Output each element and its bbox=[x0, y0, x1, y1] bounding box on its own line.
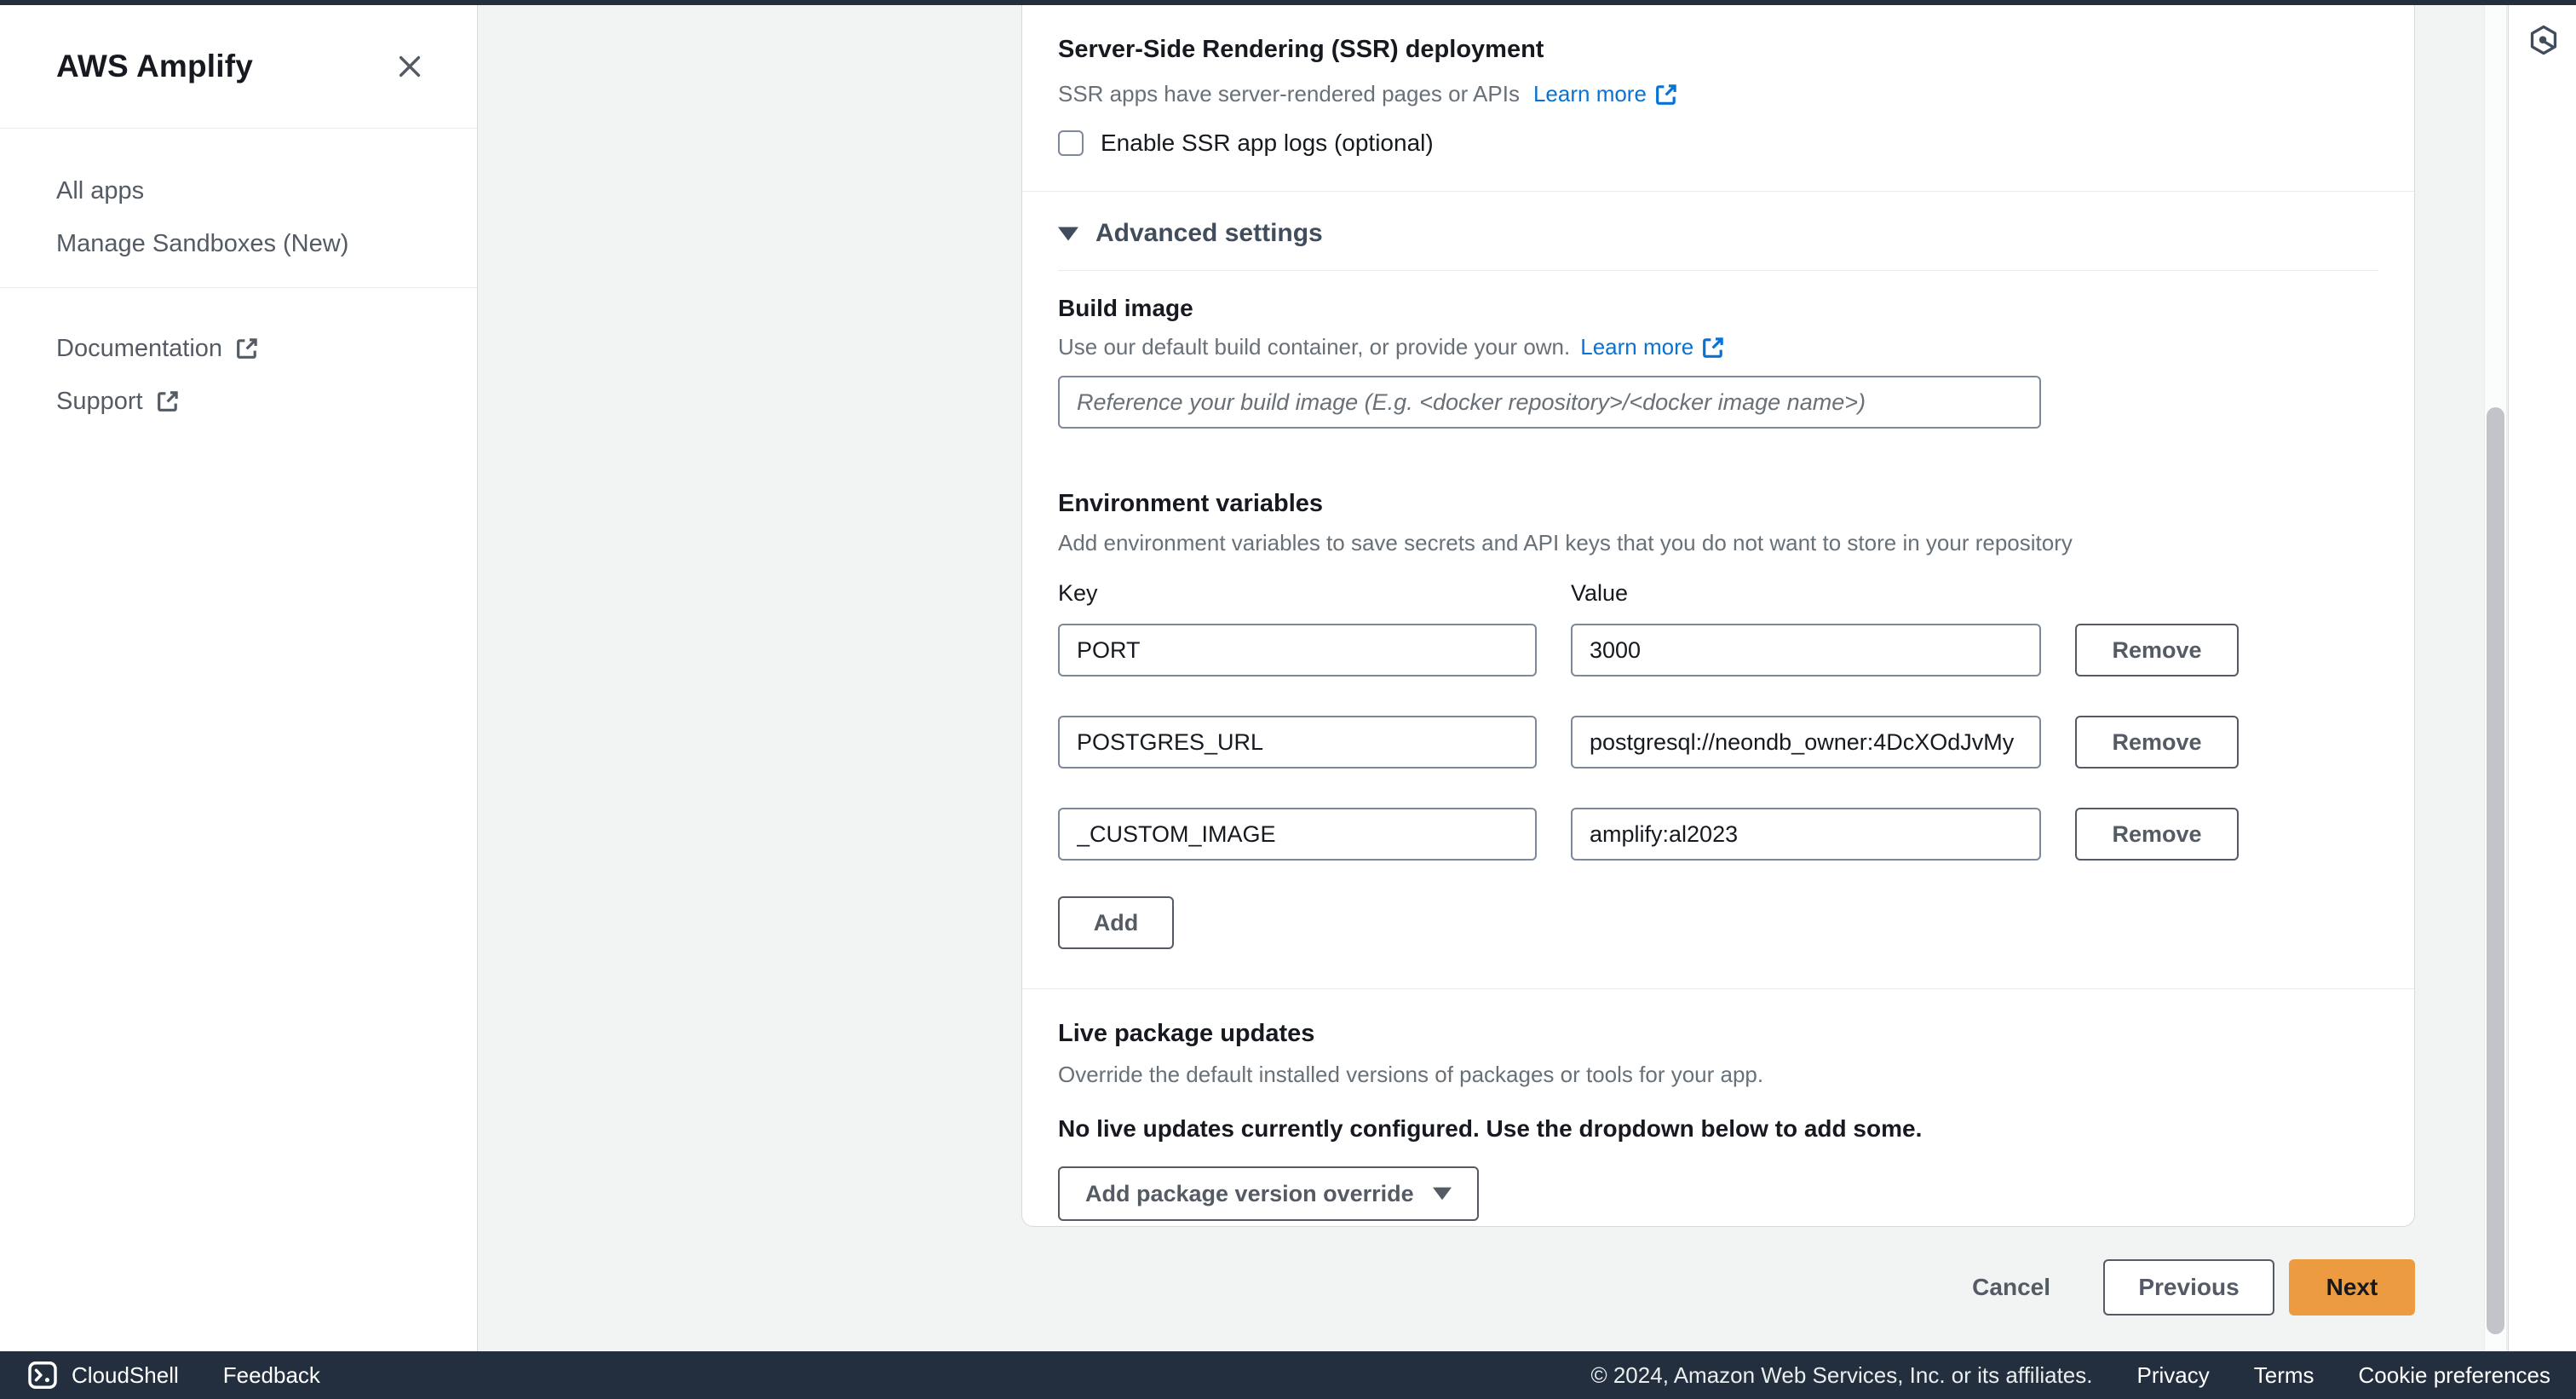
amazon-q-icon[interactable] bbox=[2527, 24, 2560, 56]
amplify-sidebar: AWS Amplify All apps Manage Sandboxes (N… bbox=[0, 5, 478, 1351]
sidebar-title: AWS Amplify bbox=[56, 49, 253, 84]
vertical-scrollbar-thumb[interactable] bbox=[2487, 407, 2504, 1334]
ssr-logs-checkbox-label: Enable SSR app logs (optional) bbox=[1101, 130, 1434, 157]
env-var-row: Remove bbox=[1058, 808, 2378, 861]
live-package-updates-empty-message: No live updates currently configured. Us… bbox=[1058, 1115, 2378, 1143]
wizard-actions: Cancel Previous Next bbox=[1972, 1259, 2415, 1316]
env-key-input[interactable] bbox=[1058, 624, 1537, 676]
footer-link-cookie-preferences[interactable]: Cookie preferences bbox=[2359, 1362, 2550, 1389]
cloudshell-button[interactable]: CloudShell bbox=[27, 1360, 179, 1390]
next-button[interactable]: Next bbox=[2289, 1259, 2415, 1316]
env-key-label: Key bbox=[1058, 580, 1571, 607]
advanced-settings-heading: Advanced settings bbox=[1095, 219, 1323, 248]
section-divider bbox=[1022, 988, 2414, 989]
footer-left: CloudShell Feedback bbox=[27, 1360, 320, 1390]
previous-button[interactable]: Previous bbox=[2103, 1259, 2274, 1316]
env-var-row: Remove bbox=[1058, 716, 2378, 769]
build-image-input[interactable] bbox=[1058, 376, 2041, 429]
external-link-icon bbox=[234, 336, 260, 361]
external-link-icon bbox=[1653, 82, 1679, 107]
live-package-updates-heading: Live package updates bbox=[1058, 1020, 2378, 1048]
env-value-input[interactable] bbox=[1571, 716, 2041, 769]
sidebar-item-support[interactable]: Support bbox=[0, 375, 477, 428]
advanced-settings-divider bbox=[1058, 270, 2378, 271]
advanced-settings-toggle[interactable]: Advanced settings bbox=[1058, 219, 2378, 248]
build-image-label: Build image bbox=[1058, 295, 2378, 322]
env-value-input[interactable] bbox=[1571, 624, 2041, 676]
environment-variables-description: Add environment variables to save secret… bbox=[1058, 530, 2378, 556]
add-package-version-override-dropdown[interactable]: Add package version override bbox=[1058, 1166, 1479, 1221]
ssr-deployment-heading: Server-Side Rendering (SSR) deployment bbox=[1058, 36, 2378, 64]
main-content-area: Server-Side Rendering (SSR) deployment S… bbox=[478, 5, 2484, 1351]
sidebar-nav: All apps Manage Sandboxes (New) bbox=[0, 129, 477, 287]
live-package-updates-description: Override the default installed versions … bbox=[1058, 1062, 2378, 1088]
app-settings-card: Server-Side Rendering (SSR) deployment S… bbox=[1021, 5, 2415, 1227]
footer-link-terms[interactable]: Terms bbox=[2254, 1362, 2314, 1389]
env-column-labels: Key Value bbox=[1058, 580, 2378, 607]
console-footer: CloudShell Feedback © 2024, Amazon Web S… bbox=[0, 1351, 2576, 1399]
caret-down-icon bbox=[1433, 1187, 1452, 1200]
add-env-var-button[interactable]: Add bbox=[1058, 896, 1174, 949]
env-key-input[interactable] bbox=[1058, 716, 1537, 769]
env-var-row: Remove bbox=[1058, 624, 2378, 676]
footer-link-privacy[interactable]: Privacy bbox=[2137, 1362, 2210, 1389]
help-side-rail bbox=[2508, 5, 2576, 1351]
close-icon bbox=[395, 52, 424, 81]
sidebar-item-documentation[interactable]: Documentation bbox=[0, 322, 477, 375]
sidebar-header: AWS Amplify bbox=[0, 5, 477, 128]
ssr-deployment-description: SSR apps have server-rendered pages or A… bbox=[1058, 81, 2378, 107]
sidebar-item-manage-sandboxes[interactable]: Manage Sandboxes (New) bbox=[0, 217, 477, 270]
footer-right: © 2024, Amazon Web Services, Inc. or its… bbox=[1590, 1362, 2550, 1389]
close-sidebar-button[interactable] bbox=[392, 49, 428, 84]
env-key-input[interactable] bbox=[1058, 808, 1537, 861]
remove-env-var-button[interactable]: Remove bbox=[2075, 624, 2239, 676]
copyright-text: © 2024, Amazon Web Services, Inc. or its… bbox=[1590, 1362, 2092, 1389]
env-value-input[interactable] bbox=[1571, 808, 2041, 861]
build-image-description: Use our default build container, or prov… bbox=[1058, 334, 2378, 360]
section-divider bbox=[1022, 191, 2414, 192]
feedback-button[interactable]: Feedback bbox=[223, 1362, 320, 1389]
external-link-icon bbox=[1700, 335, 1726, 360]
sidebar-links: Documentation Support bbox=[0, 288, 477, 462]
caret-down-icon bbox=[1058, 227, 1078, 241]
remove-env-var-button[interactable]: Remove bbox=[2075, 808, 2239, 861]
environment-variables-heading: Environment variables bbox=[1058, 490, 2378, 518]
build-image-learn-more-link[interactable]: Learn more bbox=[1580, 334, 1726, 360]
remove-env-var-button[interactable]: Remove bbox=[2075, 716, 2239, 769]
ssr-learn-more-link[interactable]: Learn more bbox=[1533, 81, 1679, 107]
cancel-button[interactable]: Cancel bbox=[1972, 1274, 2050, 1301]
sidebar-item-all-apps[interactable]: All apps bbox=[0, 164, 477, 217]
env-value-label: Value bbox=[1571, 580, 1628, 607]
ssr-logs-checkbox[interactable] bbox=[1058, 130, 1084, 156]
ssr-logs-checkbox-row: Enable SSR app logs (optional) bbox=[1058, 130, 2378, 157]
cloudshell-terminal-icon bbox=[27, 1360, 58, 1390]
external-link-icon bbox=[155, 389, 181, 414]
